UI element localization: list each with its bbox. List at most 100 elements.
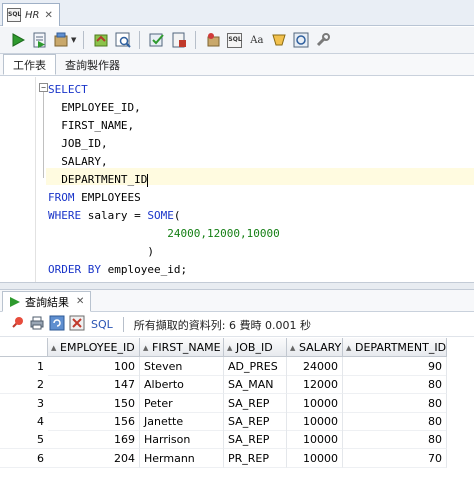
column-header-salary[interactable]: ▲ SALARY: [287, 338, 343, 357]
cell-salary[interactable]: 24000: [287, 357, 343, 376]
cell-salary[interactable]: 10000: [287, 393, 343, 413]
pin-icon[interactable]: [9, 315, 25, 334]
unshared-sql-worksheet-icon[interactable]: [169, 31, 188, 50]
table-row[interactable]: 3 150 Peter SA_REP 10000 80: [0, 393, 474, 413]
tab-worksheet[interactable]: 工作表: [3, 54, 56, 75]
cell-employee-id[interactable]: 169: [48, 430, 140, 450]
worksheet-toolbar: ▼ SQL Aa: [0, 27, 474, 54]
cell-department-id[interactable]: 80: [343, 430, 447, 450]
cell-employee-id[interactable]: 100: [48, 357, 140, 376]
cell-first-name[interactable]: Janette: [140, 411, 224, 431]
cell-first-name[interactable]: Peter: [140, 393, 224, 413]
results-grid[interactable]: ▲ EMPLOYEE_ID ▲ FIRST_NAME ▲ JOB_ID ▲ SALARY…: [0, 338, 474, 484]
cell-department-id[interactable]: 90: [343, 357, 447, 376]
cell-salary[interactable]: 10000: [287, 448, 343, 468]
code-line[interactable]: DEPARTMENT_ID: [48, 171, 280, 189]
cell-salary[interactable]: 10000: [287, 411, 343, 431]
code-line[interactable]: FROM EMPLOYEES: [48, 189, 280, 207]
tools-icon[interactable]: [313, 31, 332, 50]
sql-worksheet-icon: SQL: [7, 8, 21, 22]
close-icon[interactable]: ✕: [76, 296, 84, 307]
table-row[interactable]: 4 156 Janette SA_REP 10000 80: [0, 411, 474, 431]
commit-icon[interactable]: [52, 31, 71, 50]
code-line[interactable]: FIRST_NAME,: [48, 117, 280, 135]
cell-first-name[interactable]: Harrison: [140, 430, 224, 450]
cell-job-id[interactable]: SA_REP: [224, 411, 287, 431]
code-line[interactable]: 24000,12000,10000: [48, 225, 280, 243]
sql-text: (: [173, 209, 181, 222]
sql-tuning-advisor-icon[interactable]: SQL: [225, 31, 244, 50]
text-cursor: [147, 173, 149, 187]
close-icon[interactable]: ✕: [44, 10, 52, 21]
code-line[interactable]: WHERE salary = SOME(: [48, 207, 280, 225]
sort-icon: ▲: [227, 344, 233, 352]
cell-first-name[interactable]: Hermann: [140, 448, 224, 468]
row-number: 5: [0, 430, 48, 450]
run-script-icon[interactable]: [30, 31, 49, 50]
cell-employee-id[interactable]: 150: [48, 393, 140, 413]
tab-query-builder[interactable]: 查詢製作器: [56, 54, 129, 75]
row-number: 2: [0, 375, 48, 395]
cell-job-id[interactable]: SA_MAN: [224, 375, 287, 395]
table-row[interactable]: 6 204 Hermann PR_REP 10000 70: [0, 448, 474, 468]
sort-icon: ▲: [346, 344, 352, 352]
cell-department-id[interactable]: 80: [343, 375, 447, 395]
toolbar-separator: [83, 31, 85, 49]
sql-editor[interactable]: − SELECT EMPLOYEE_ID, FIRST_NAME, JOB_ID…: [0, 77, 474, 282]
row-number: 4: [0, 411, 48, 431]
print-icon[interactable]: [29, 315, 45, 334]
sql-code[interactable]: SELECT EMPLOYEE_ID, FIRST_NAME, JOB_ID, …: [48, 81, 280, 279]
tab-query-results[interactable]: 查詢結果 ✕: [2, 291, 92, 312]
sql-text: salary =: [81, 209, 148, 222]
cell-job-id[interactable]: SA_REP: [224, 430, 287, 450]
fold-toggle-icon[interactable]: −: [39, 83, 48, 92]
code-line[interactable]: SALARY,: [48, 153, 280, 171]
chevron-down-icon[interactable]: ▼: [71, 36, 76, 44]
code-line[interactable]: ): [48, 243, 280, 261]
table-row[interactable]: 5 169 Harrison SA_REP 10000 80: [0, 430, 474, 450]
autotrace-icon[interactable]: [147, 31, 166, 50]
cell-employee-id[interactable]: 156: [48, 411, 140, 431]
cell-department-id[interactable]: 70: [343, 448, 447, 468]
code-line[interactable]: ORDER BY employee_id;: [48, 261, 280, 279]
column-header-job-id[interactable]: ▲ JOB_ID: [224, 338, 287, 357]
fetch-status: 所有擷取的資料列: 6 費時 0.001 秒: [133, 318, 311, 332]
run-statement-icon[interactable]: [8, 31, 27, 50]
cell-department-id[interactable]: 80: [343, 393, 447, 413]
column-header-first-name[interactable]: ▲ FIRST_NAME: [140, 338, 224, 357]
cell-job-id[interactable]: PR_REP: [224, 448, 287, 468]
sql-keyword: WHERE: [48, 209, 82, 222]
to-upper-icon[interactable]: Aa: [247, 31, 266, 50]
sql-link[interactable]: SQL: [91, 318, 113, 331]
cell-first-name[interactable]: Alberto: [140, 375, 224, 395]
cell-salary[interactable]: 10000: [287, 430, 343, 450]
tab-title: HR: [25, 9, 40, 21]
explain-plan-icon[interactable]: [113, 31, 132, 50]
clear-icon[interactable]: [203, 31, 222, 50]
cell-department-id[interactable]: 80: [343, 411, 447, 431]
cell-employee-id[interactable]: 147: [48, 375, 140, 395]
column-header-department-id[interactable]: ▲ DEPARTMENT_ID: [343, 338, 447, 357]
sql-history-icon[interactable]: [269, 31, 288, 50]
sql-keyword: SOME: [147, 209, 174, 222]
refresh-icon[interactable]: [49, 315, 65, 334]
column-header-employee-id[interactable]: ▲ EMPLOYEE_ID: [48, 338, 140, 357]
cell-employee-id[interactable]: 204: [48, 448, 140, 468]
tab-hr[interactable]: SQL HR ✕: [2, 3, 60, 26]
sql-keyword: SELECT: [48, 83, 88, 96]
rollback-icon[interactable]: [91, 31, 110, 50]
worksheet-subtabs: 工作表 查詢製作器: [0, 54, 474, 76]
cell-salary[interactable]: 12000: [287, 375, 343, 395]
find-icon[interactable]: [291, 31, 310, 50]
table-row[interactable]: 1 100 Steven AD_PRES 24000 90: [0, 357, 474, 376]
code-line[interactable]: EMPLOYEE_ID,: [48, 99, 280, 117]
cell-job-id[interactable]: SA_REP: [224, 393, 287, 413]
code-line[interactable]: SELECT: [48, 81, 280, 99]
code-line[interactable]: JOB_ID,: [48, 135, 280, 153]
cell-job-id[interactable]: AD_PRES: [224, 357, 287, 376]
table-row[interactable]: 2 147 Alberto SA_MAN 12000 80: [0, 375, 474, 395]
results-tab-label: 查詢結果: [25, 295, 69, 309]
pane-splitter[interactable]: [0, 282, 474, 290]
cancel-icon[interactable]: [69, 315, 85, 334]
cell-first-name[interactable]: Steven: [140, 357, 224, 376]
